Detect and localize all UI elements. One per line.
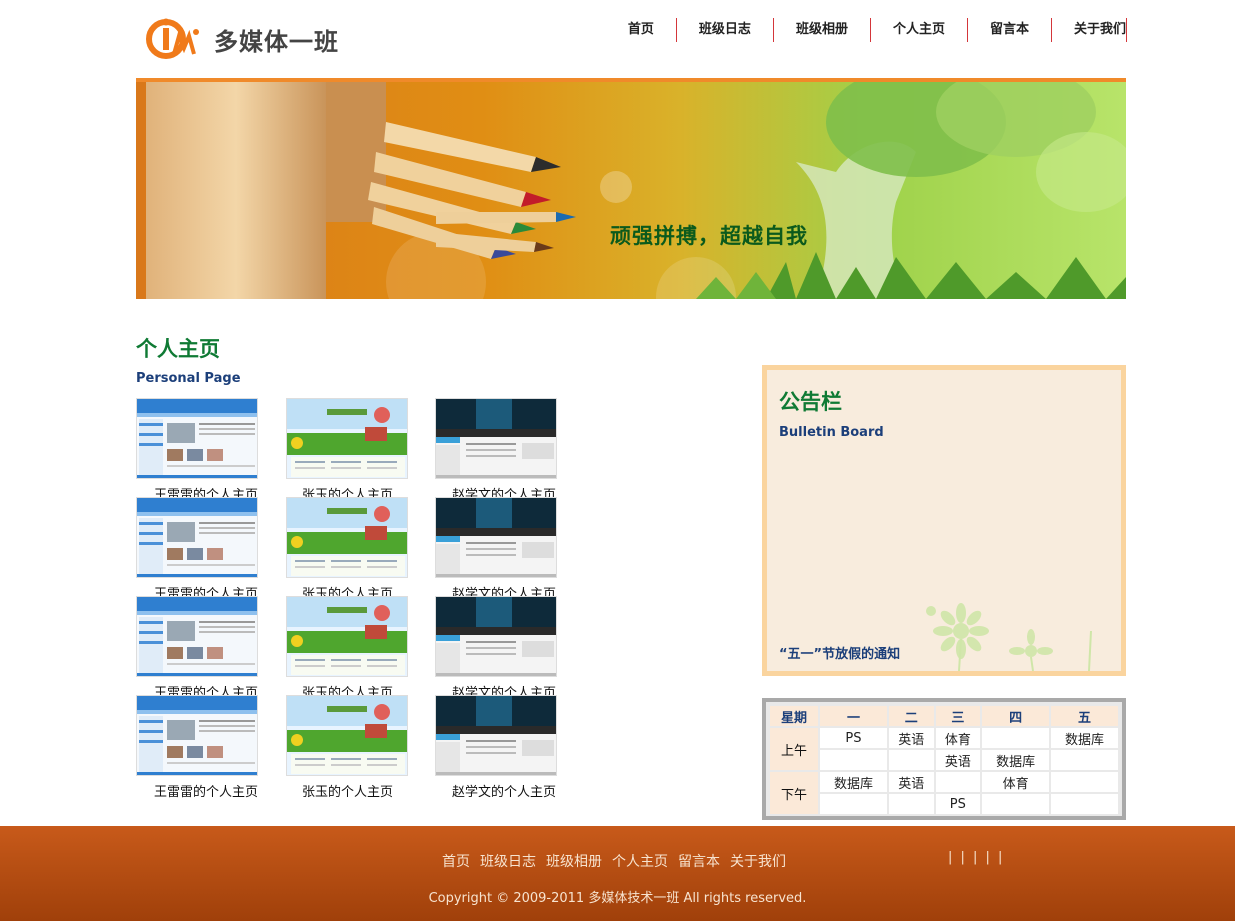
nav-guestbook[interactable]: 留言本 [968, 18, 1052, 42]
nav-about[interactable]: 关于我们 [1052, 18, 1127, 42]
schedule-cell: 英语 [935, 750, 981, 770]
gallery-item[interactable] [136, 398, 286, 498]
banner-slogan: 顽强拼搏，超越自我 [610, 224, 808, 248]
schedule-header-cell: 星期 [770, 706, 818, 726]
schedule-header-cell: 一 [820, 706, 887, 726]
site-logo[interactable]: 多媒体一班 [146, 14, 366, 64]
gallery-caption[interactable]: 张玉的个人主页 [302, 781, 393, 800]
gallery-item[interactable] [136, 596, 286, 696]
schedule-cell: 英语 [888, 772, 934, 792]
schedule-cell: 英语 [888, 728, 934, 748]
schedule-cell: PS [820, 728, 887, 748]
gallery-item[interactable] [435, 398, 585, 498]
schedule-cell: 体育 [935, 728, 981, 748]
footer-nav-class-log[interactable]: 班级日志 [480, 851, 536, 871]
site-footer: 首页 班级日志 班级相册 个人主页 留言本 关于我们 | | | | | Cop… [0, 826, 1235, 921]
page-subtitle: Personal Page [136, 371, 241, 386]
page-thumbnail[interactable] [435, 497, 557, 578]
gallery-item[interactable] [286, 497, 436, 597]
class-schedule: 星期 一 二 三 四 五 上午 PS 英语 体育 数据库 英语 数据库 下午 数… [762, 698, 1126, 820]
page-thumbnail[interactable] [435, 596, 557, 677]
footer-nav-about[interactable]: 关于我们 [730, 851, 786, 871]
schedule-cell [820, 794, 887, 814]
bulletin-notice-link[interactable]: “五一”节放假的通知 [779, 643, 900, 662]
gallery-item[interactable] [286, 695, 436, 795]
footer-separators: | | | | | [948, 850, 1005, 865]
schedule-cell [1051, 750, 1118, 770]
logo-mark-icon [146, 14, 202, 64]
schedule-cell: 体育 [982, 772, 1050, 792]
nav-personal-page[interactable]: 个人主页 [871, 18, 968, 42]
footer-nav: 首页 班级日志 班级相册 个人主页 留言本 关于我们 [442, 851, 786, 871]
schedule-cell: PS [935, 794, 981, 814]
nav-class-album[interactable]: 班级相册 [774, 18, 871, 42]
gallery-item[interactable] [435, 497, 585, 597]
footer-nav-home[interactable]: 首页 [442, 851, 470, 871]
hero-banner: 顽强拼搏，超越自我 [136, 78, 1126, 299]
gallery-item[interactable] [136, 497, 286, 597]
main-nav: 首页 班级日志 班级相册 个人主页 留言本 关于我们 [606, 18, 1127, 42]
page-thumbnail[interactable] [286, 398, 408, 479]
gallery-item[interactable] [435, 695, 585, 795]
flower-decoration-icon [926, 603, 1092, 671]
footer-nav-personal-page[interactable]: 个人主页 [612, 851, 668, 871]
gallery-item[interactable] [435, 596, 585, 696]
bulletin-subtitle: Bulletin Board [779, 425, 884, 440]
page-thumbnail[interactable] [136, 497, 258, 578]
gallery-item[interactable] [286, 398, 436, 498]
gallery-caption[interactable]: 王雷雷的个人主页 [154, 781, 258, 800]
schedule-cell: 数据库 [820, 772, 887, 792]
schedule-cell [888, 750, 934, 770]
morning-label: 上午 [770, 728, 818, 770]
schedule-header-cell: 五 [1051, 706, 1118, 726]
schedule-cell [935, 772, 981, 792]
page-thumbnail[interactable] [435, 695, 557, 776]
schedule-cell [888, 794, 934, 814]
nav-home[interactable]: 首页 [606, 18, 677, 42]
schedule-cell [1051, 794, 1118, 814]
footer-nav-guestbook[interactable]: 留言本 [678, 851, 720, 871]
schedule-header-cell: 四 [982, 706, 1050, 726]
schedule-cell [1051, 772, 1118, 792]
schedule-row: 下午 数据库 英语 体育 [770, 772, 1118, 814]
afternoon-label: 下午 [770, 772, 818, 814]
copyright-text: Copyright © 2009-2011 多媒体技术一班 All rights… [428, 891, 807, 906]
schedule-cell [820, 750, 887, 770]
page-thumbnail[interactable] [435, 398, 557, 479]
schedule-row: PS [770, 794, 1118, 814]
schedule-header-row: 星期 一 二 三 四 五 [770, 706, 1118, 726]
gallery-caption[interactable]: 赵学文的个人主页 [452, 781, 556, 800]
site-header: 多媒体一班 首页 班级日志 班级相册 个人主页 留言本 关于我们 [0, 0, 1235, 78]
schedule-row: 上午 PS 英语 体育 数据库 [770, 728, 1118, 770]
logo-text: 多媒体一班 [214, 27, 339, 56]
schedule-table: 星期 一 二 三 四 五 上午 PS 英语 体育 数据库 英语 数据库 下午 数… [768, 704, 1120, 816]
schedule-cell: 数据库 [1051, 728, 1118, 748]
schedule-cell: 数据库 [982, 750, 1050, 770]
page-thumbnail[interactable] [136, 398, 258, 479]
banner-illustration [136, 82, 1126, 299]
gallery-item[interactable] [136, 695, 286, 795]
footer-nav-class-album[interactable]: 班级相册 [546, 851, 602, 871]
schedule-header-cell: 三 [935, 706, 981, 726]
nav-class-log[interactable]: 班级日志 [677, 18, 774, 42]
schedule-row: 英语 数据库 [770, 750, 1118, 770]
page-thumbnail[interactable] [136, 695, 258, 776]
page-title: 个人主页 [136, 337, 220, 361]
schedule-header-cell: 二 [888, 706, 934, 726]
bulletin-title: 公告栏 [779, 390, 842, 414]
schedule-cell [982, 728, 1050, 748]
page-thumbnail[interactable] [286, 497, 408, 578]
gallery-item[interactable] [286, 596, 436, 696]
bulletin-board: 公告栏 Bulletin Board “五一”节放假的通知 [762, 365, 1126, 676]
page-thumbnail[interactable] [136, 596, 258, 677]
page-thumbnail[interactable] [286, 596, 408, 677]
page-thumbnail[interactable] [286, 695, 408, 776]
schedule-cell [982, 794, 1050, 814]
